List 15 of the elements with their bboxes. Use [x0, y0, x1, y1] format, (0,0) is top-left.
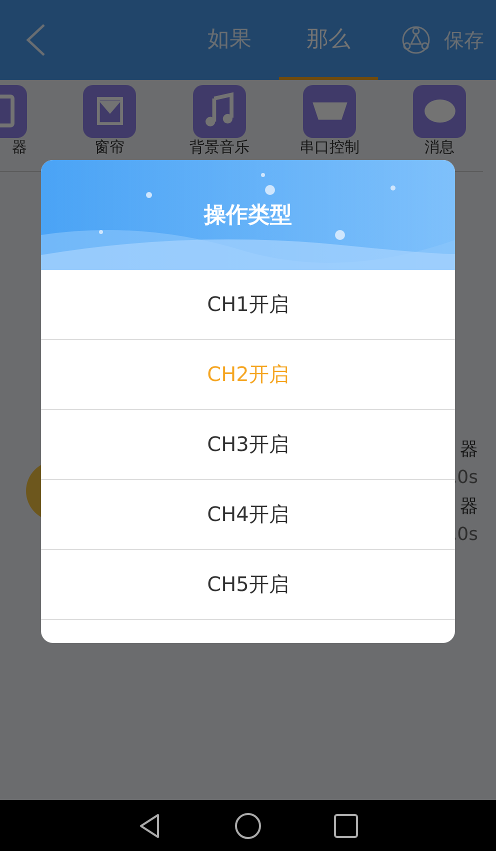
serial-icon[interactable] [303, 85, 356, 138]
action-name: 器 [460, 438, 478, 461]
category-label: 消息 [424, 139, 454, 156]
dialog-title: 操作类型 [204, 202, 292, 230]
curtain-icon[interactable] [83, 85, 136, 138]
category-label: 器 [12, 139, 27, 156]
category-label: 背景音乐 [190, 139, 250, 156]
message-icon[interactable] [413, 85, 466, 138]
category-label: 窗帘 [94, 139, 124, 156]
action-name: 器 [460, 495, 478, 518]
music-icon[interactable] [193, 85, 246, 138]
category-label: 串口控制 [300, 139, 360, 156]
recents-icon[interactable] [332, 812, 360, 840]
network-icon[interactable] [400, 24, 432, 56]
home-icon[interactable] [234, 812, 262, 840]
